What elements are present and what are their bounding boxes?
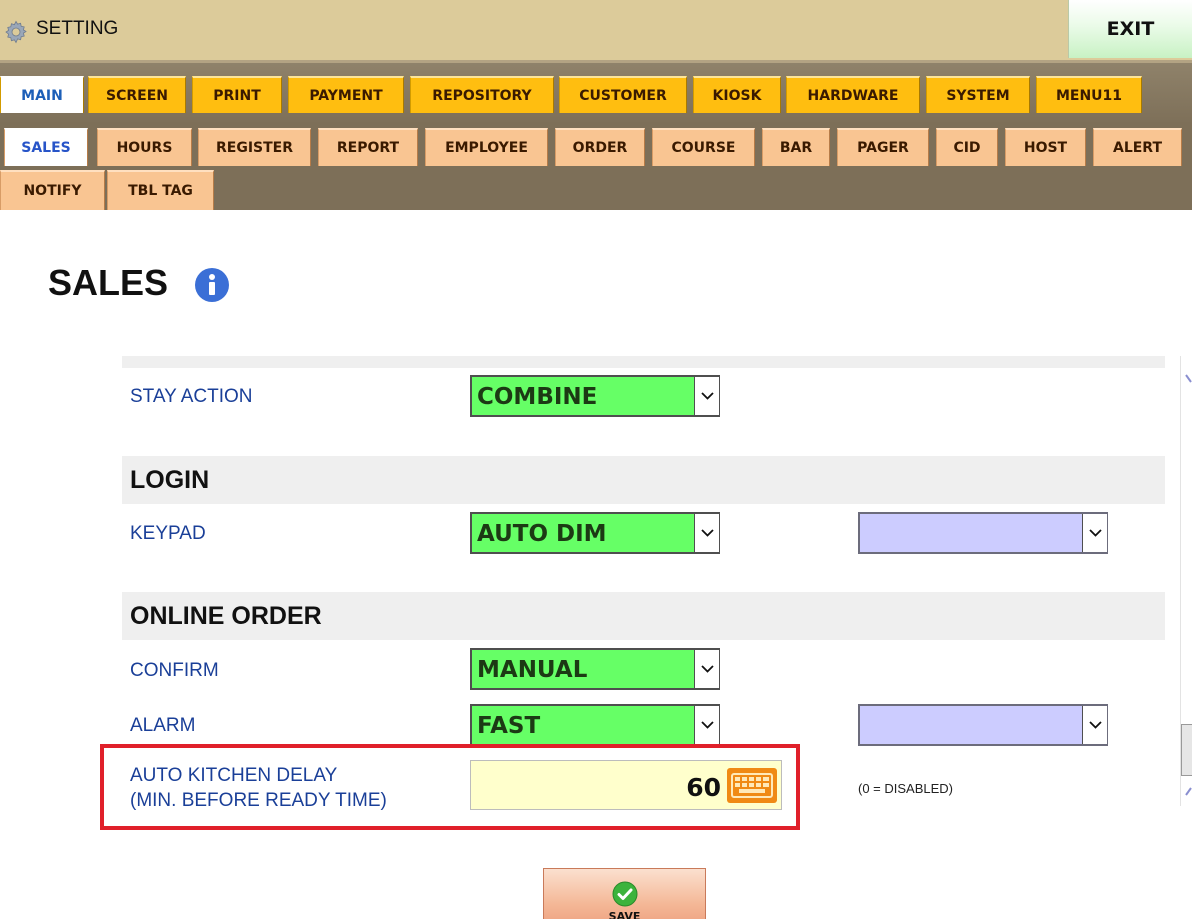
keypad-label: KEYPAD — [130, 523, 206, 544]
sub-tab-bar: SALES HOURS REGISTER REPORT EMPLOYEE ORD… — [0, 122, 1192, 210]
alarm-secondary-select[interactable] — [858, 704, 1108, 746]
info-icon[interactable] — [194, 267, 230, 303]
chevron-up-icon[interactable] — [1181, 372, 1192, 386]
scrollbar-thumb[interactable] — [1181, 724, 1192, 776]
tab-report[interactable]: REPORT — [318, 128, 418, 166]
online-order-heading: ONLINE ORDER — [130, 602, 322, 630]
tab-menu11[interactable]: MENU11 — [1036, 76, 1142, 113]
gear-icon — [5, 20, 27, 44]
window-title: SETTING — [36, 18, 119, 39]
save-label: SAVE — [608, 910, 641, 919]
tab-bar[interactable]: BAR — [762, 128, 830, 166]
tab-cid[interactable]: CID — [936, 128, 998, 166]
tab-screen[interactable]: SCREEN — [88, 76, 186, 113]
keypad-value: AUTO DIM — [477, 521, 607, 547]
tab-order[interactable]: ORDER — [555, 128, 645, 166]
alarm-select[interactable]: FAST — [470, 704, 720, 746]
highlight-box — [100, 744, 800, 830]
checkmark-icon — [612, 881, 638, 907]
save-button[interactable]: SAVE — [543, 868, 706, 919]
chevron-down-icon — [694, 514, 719, 552]
tab-employee[interactable]: EMPLOYEE — [425, 128, 548, 166]
confirm-select[interactable]: MANUAL — [470, 648, 720, 690]
delay-hint: (0 = DISABLED) — [858, 781, 954, 796]
chevron-down-icon — [694, 706, 719, 744]
tab-repository[interactable]: REPOSITORY — [410, 76, 554, 113]
chevron-down-icon — [1082, 514, 1107, 552]
page-title: SALES — [48, 262, 169, 303]
tab-register[interactable]: REGISTER — [198, 128, 311, 166]
tab-kiosk[interactable]: KIOSK — [693, 76, 781, 113]
login-section-bar — [122, 456, 1165, 504]
tab-customer[interactable]: CUSTOMER — [559, 76, 687, 113]
chevron-down-icon[interactable] — [1181, 784, 1192, 798]
keypad-secondary-select[interactable] — [858, 512, 1108, 554]
alarm-label: ALARM — [130, 715, 196, 736]
tab-main[interactable]: MAIN — [0, 76, 84, 113]
keypad-select[interactable]: AUTO DIM — [470, 512, 720, 554]
tab-tbl-tag[interactable]: TBL TAG — [107, 170, 214, 210]
stay-action-value: COMBINE — [477, 384, 598, 410]
tab-pager[interactable]: PAGER — [837, 128, 929, 166]
chevron-down-icon — [694, 650, 719, 688]
title-bar: SETTING EXIT — [0, 0, 1192, 60]
tab-print[interactable]: PRINT — [192, 76, 282, 113]
tab-hours[interactable]: HOURS — [97, 128, 192, 166]
tab-alert[interactable]: ALERT — [1093, 128, 1182, 166]
tab-system[interactable]: SYSTEM — [926, 76, 1030, 113]
main-tab-bar: MAIN SCREEN PRINT PAYMENT REPOSITORY CUS… — [0, 60, 1192, 122]
exit-button[interactable]: EXIT — [1068, 0, 1192, 58]
login-heading: LOGIN — [130, 466, 210, 494]
tab-sales[interactable]: SALES — [4, 128, 88, 166]
tab-course[interactable]: COURSE — [652, 128, 755, 166]
chevron-down-icon — [1082, 706, 1107, 744]
confirm-value: MANUAL — [477, 657, 588, 683]
tab-notify[interactable]: NOTIFY — [0, 170, 105, 210]
chevron-down-icon — [694, 377, 719, 415]
stay-action-select[interactable]: COMBINE — [470, 375, 720, 417]
tab-hardware[interactable]: HARDWARE — [786, 76, 920, 113]
settings-window: SETTING EXIT MAIN SCREEN PRINT PAYMENT R… — [0, 0, 1192, 919]
tab-host[interactable]: HOST — [1005, 128, 1086, 166]
alarm-value: FAST — [477, 713, 541, 739]
confirm-label: CONFIRM — [130, 660, 219, 681]
tab-payment[interactable]: PAYMENT — [288, 76, 404, 113]
section-bar — [122, 356, 1165, 368]
stay-action-label: STAY ACTION — [130, 386, 253, 407]
